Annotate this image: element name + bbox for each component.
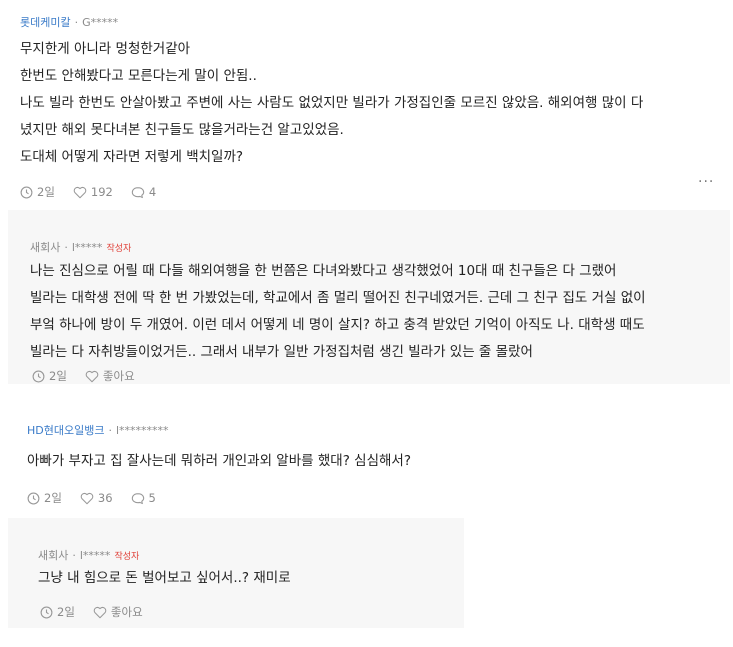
meta-separator: · (64, 240, 68, 254)
author-name: l***** (71, 240, 103, 254)
reply-actions: 2일 좋아요 (40, 604, 161, 620)
heart-icon (73, 186, 87, 198)
like-count: 192 (90, 185, 113, 199)
author-name: G***** (82, 15, 119, 29)
reply-2: 새회사 · l***** 작성자 그냥 내 힘으로 돈 벌어보고 싶어서..? … (8, 518, 464, 628)
reply-body: 그냥 내 힘으로 돈 벌어보고 싶어서..? 재미로 (38, 565, 291, 592)
comment-line: 나도 빌라 한번도 안살아봤고 주변에 사는 사람도 없었지만 빌라가 가정집인… (20, 95, 644, 111)
reply-meta: 새회사 · l***** 작성자 (30, 239, 131, 255)
time-text: 2일 (44, 491, 62, 505)
reply-line: 나는 진심으로 어릴 때 다들 해외여행을 한 번쯤은 다녀와봤다고 생각했었어… (30, 263, 617, 279)
meta-separator: · (74, 15, 79, 29)
clock-icon (32, 370, 45, 382)
reply-button[interactable]: 4 (131, 185, 156, 199)
time-stamp: 2일 (27, 490, 62, 506)
heart-icon (80, 492, 94, 504)
company-name[interactable]: HD현대오일뱅크 (27, 422, 104, 438)
speech-bubble-icon (131, 492, 144, 504)
reply-button[interactable]: 5 (131, 491, 156, 505)
company-name[interactable]: 새회사 (30, 239, 60, 255)
time-stamp: 2일 (40, 604, 75, 620)
time-text: 2일 (37, 185, 55, 199)
comment-2: HD현대오일뱅크 · l********* 아빠가 부자고 집 잘사는데 뭐하러… (27, 422, 717, 506)
like-button[interactable]: 36 (80, 491, 113, 505)
reply-actions: 2일 좋아요 (32, 368, 153, 384)
comment-body: 아빠가 부자고 집 잘사는데 뭐하러 개인과외 알바를 했대? 심심해서? (27, 448, 717, 475)
like-button[interactable]: 좋아요 (85, 368, 135, 384)
time-text: 2일 (57, 605, 75, 619)
like-button[interactable]: 192 (73, 185, 113, 199)
like-label: 좋아요 (102, 369, 135, 383)
comment-actions: 2일 192 4 (20, 184, 720, 200)
heart-icon (85, 370, 99, 382)
comment-line: 도대체 어떻게 자라면 저렇게 백치일까? (20, 149, 244, 165)
reply-meta: 새회사 · l***** 작성자 (38, 547, 139, 563)
clock-icon (27, 492, 40, 504)
like-count: 36 (97, 491, 113, 505)
comment-meta: HD현대오일뱅크 · l********* (27, 422, 717, 438)
time-stamp: 2일 (20, 184, 55, 200)
writer-badge: 작성자 (106, 243, 132, 254)
reply-line: 부엌 하나에 방이 두 개였어. 이런 데서 어떻게 네 명이 살지? 하고 충… (30, 317, 645, 333)
author-name: l********* (115, 423, 169, 437)
reply-line: 빌라는 다 자취방들이었거든.. 그래서 내부가 일반 가정집처럼 생긴 빌라가… (30, 344, 533, 360)
more-options-icon[interactable]: ··· (698, 174, 714, 190)
reply-line: 빌라는 대학생 전에 딱 한 번 가봤었는데, 학교에서 좀 멀리 떨어진 친구… (30, 290, 646, 306)
reply-body: 나는 진심으로 어릴 때 다들 해외여행을 한 번쯤은 다녀와봤다고 생각했었어… (30, 258, 646, 366)
writer-badge: 작성자 (114, 551, 140, 562)
reply-1: 새회사 · l***** 작성자 나는 진심으로 어릴 때 다들 해외여행을 한… (8, 210, 730, 384)
heart-icon (93, 606, 107, 618)
time-stamp: 2일 (32, 368, 67, 384)
author-name: l***** (79, 548, 111, 562)
clock-icon (40, 606, 53, 618)
clock-icon (20, 186, 33, 198)
comment-line: 한번도 안해봤다고 모른다는게 말이 안됨.. (20, 68, 257, 84)
comment-actions: 2일 36 5 (27, 490, 717, 506)
company-name[interactable]: 롯데케미칼 (20, 14, 71, 30)
speech-bubble-icon (131, 186, 145, 198)
comment-line: 무지한게 아니라 멍청한거같아 (20, 41, 191, 57)
like-button[interactable]: 좋아요 (93, 604, 143, 620)
time-text: 2일 (49, 369, 67, 383)
reply-count: 5 (148, 491, 156, 505)
comment-meta: 롯데케미칼 · G***** (20, 14, 720, 30)
comment-1: 롯데케미칼 · G***** 무지한게 아니라 멍청한거같아 한번도 안해봤다고… (20, 14, 720, 200)
comment-line: 아빠가 부자고 집 잘사는데 뭐하러 개인과외 알바를 했대? 심심해서? (27, 453, 412, 469)
company-name[interactable]: 새회사 (38, 547, 68, 563)
reply-count: 4 (148, 185, 157, 199)
comment-line: 녔지만 해외 못다녀본 친구들도 많을거라는건 알고있었음. (20, 122, 344, 138)
meta-separator: · (108, 423, 112, 437)
meta-separator: · (72, 548, 76, 562)
reply-line: 그냥 내 힘으로 돈 벌어보고 싶어서..? 재미로 (38, 570, 291, 586)
comment-body: 무지한게 아니라 멍청한거같아 한번도 안해봤다고 모른다는게 말이 안됨.. … (20, 36, 720, 171)
like-label: 좋아요 (110, 605, 143, 619)
